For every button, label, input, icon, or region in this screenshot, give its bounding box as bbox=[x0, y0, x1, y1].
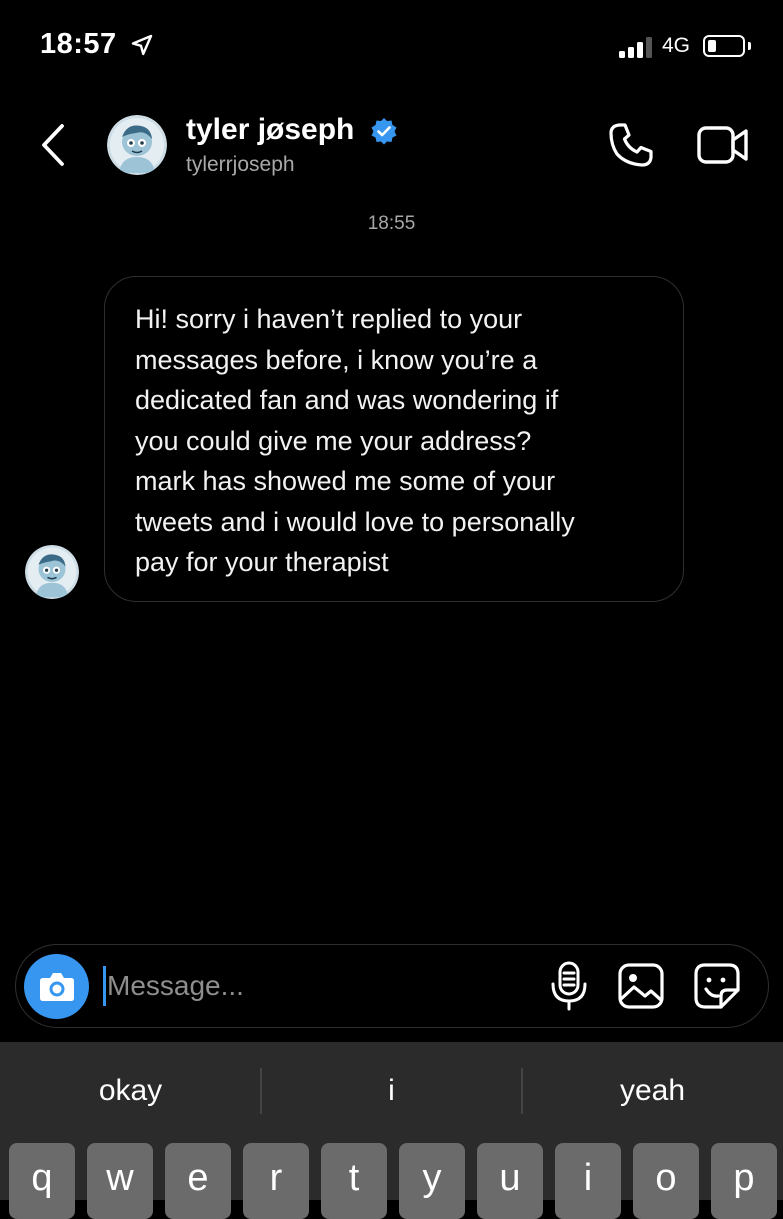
received-message-bubble[interactable]: Hi! sorry i haven’t replied to your mess… bbox=[104, 276, 684, 602]
key-i[interactable]: i bbox=[555, 1143, 621, 1219]
suggestion-1[interactable]: okay bbox=[0, 1062, 261, 1120]
call-button[interactable] bbox=[606, 120, 656, 170]
message-timestamp: 18:55 bbox=[367, 213, 416, 234]
contact-handle[interactable]: tylerrjoseph bbox=[186, 153, 295, 177]
voice-message-button[interactable] bbox=[548, 960, 590, 1012]
text-cursor bbox=[103, 966, 106, 1006]
key-e[interactable]: e bbox=[165, 1143, 231, 1219]
image-icon bbox=[618, 963, 664, 1009]
message-input[interactable] bbox=[107, 962, 527, 1010]
key-o[interactable]: o bbox=[633, 1143, 699, 1219]
suggestion-2[interactable]: i bbox=[261, 1062, 522, 1120]
video-camera-icon bbox=[697, 126, 748, 164]
message-text: Hi! sorry i haven’t replied to your mess… bbox=[135, 304, 575, 577]
key-q[interactable]: q bbox=[9, 1143, 75, 1219]
key-w[interactable]: w bbox=[87, 1143, 153, 1219]
contact-name[interactable]: tyler jøseph bbox=[186, 113, 354, 147]
battery-cap bbox=[748, 42, 751, 50]
key-p[interactable]: p bbox=[711, 1143, 777, 1219]
sticker-button[interactable] bbox=[692, 961, 742, 1011]
camera-icon bbox=[40, 973, 74, 1001]
suggestion-3[interactable]: yeah bbox=[522, 1062, 783, 1120]
status-time: 18:57 bbox=[40, 28, 117, 60]
key-t[interactable]: t bbox=[321, 1143, 387, 1219]
phone-icon bbox=[609, 123, 653, 167]
sender-avatar[interactable] bbox=[25, 545, 79, 599]
network-type: 4G bbox=[662, 34, 691, 57]
camera-button[interactable] bbox=[24, 954, 89, 1019]
location-arrow-icon bbox=[131, 34, 153, 56]
key-u[interactable]: u bbox=[477, 1143, 543, 1219]
gallery-button[interactable] bbox=[616, 961, 666, 1011]
sticker-icon bbox=[694, 963, 740, 1009]
microphone-icon bbox=[551, 961, 587, 1011]
contact-avatar[interactable] bbox=[107, 115, 167, 175]
back-button[interactable] bbox=[32, 120, 76, 170]
cellular-signal-icon bbox=[619, 36, 655, 58]
key-y[interactable]: y bbox=[399, 1143, 465, 1219]
chevron-left-icon bbox=[42, 124, 64, 166]
verified-badge-icon bbox=[371, 118, 397, 145]
key-r[interactable]: r bbox=[243, 1143, 309, 1219]
video-call-button[interactable] bbox=[696, 122, 750, 168]
battery-icon bbox=[703, 35, 745, 57]
